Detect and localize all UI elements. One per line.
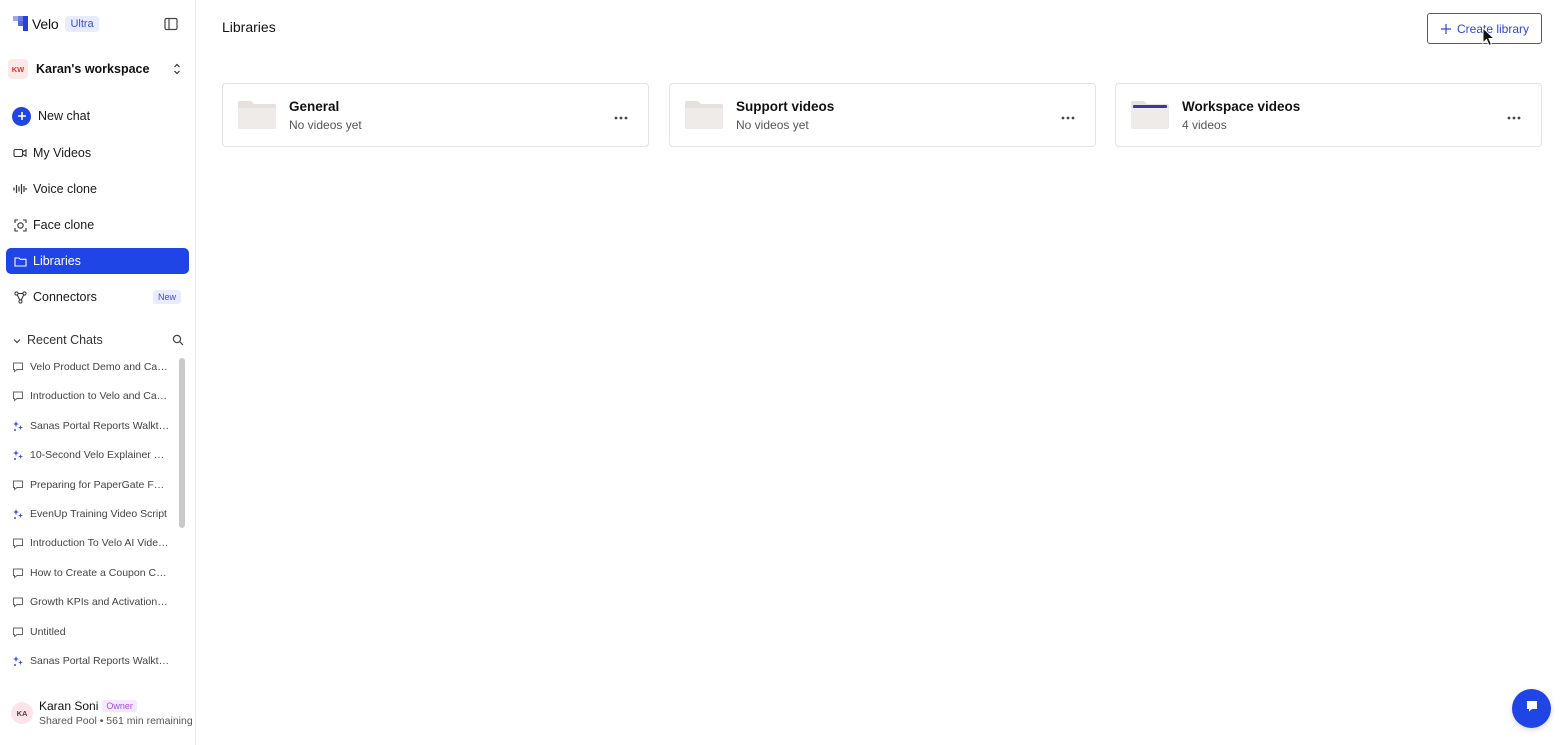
- recent-chat-item[interactable]: Growth KPIs and Activation F...: [12, 592, 170, 612]
- sidebar-item-label: Face clone: [33, 218, 95, 232]
- library-count: No videos yet: [289, 117, 362, 132]
- sidebar-item-libraries[interactable]: Libraries: [6, 248, 189, 274]
- recent-chat-item[interactable]: Preparing for PaperGate Full-...: [12, 475, 170, 495]
- recent-chat-label: Preparing for PaperGate Full-...: [30, 478, 170, 491]
- library-card[interactable]: Workspace videos 4 videos: [1115, 83, 1542, 147]
- sparkle-icon: [12, 449, 24, 461]
- recent-chat-label: Untitled: [30, 625, 66, 638]
- plus-circle-icon: [12, 106, 31, 126]
- plan-badge: Ultra: [65, 16, 99, 32]
- recent-chat-label: Introduction to Velo and Caps...: [30, 390, 170, 403]
- chevron-up-down-icon: [172, 62, 182, 76]
- sidebar-item-label: My Videos: [33, 146, 92, 160]
- recent-chat-item[interactable]: How to Create a Coupon Cod...: [12, 563, 170, 583]
- connectors-icon: [13, 290, 27, 304]
- more-options-icon[interactable]: [613, 110, 629, 120]
- recent-chat-label: Sanas Portal Reports Walkthr...: [30, 419, 170, 432]
- brand-name: Velo: [32, 16, 59, 32]
- recent-chats-header[interactable]: Recent Chats: [12, 331, 184, 349]
- sidebar-item-connectors[interactable]: Connectors New: [6, 284, 189, 310]
- recent-chat-item[interactable]: Introduction To Velo AI Video ...: [12, 533, 170, 553]
- recent-chat-item[interactable]: Velo Product Demo and Caps...: [12, 357, 170, 377]
- chat-bubble-icon: [12, 596, 24, 608]
- recent-chat-label: Introduction To Velo AI Video ...: [30, 537, 170, 550]
- chat-bubble-icon: [12, 626, 24, 638]
- user-name: Karan Soni: [39, 699, 99, 713]
- chat-bubble-icon: [12, 390, 24, 402]
- chat-bubble-icon: [12, 479, 24, 491]
- new-badge: New: [152, 290, 181, 304]
- recent-chat-item[interactable]: Sanas Portal Reports Walkthr...: [12, 651, 170, 671]
- mouse-pointer-icon: [1482, 26, 1496, 47]
- recent-chat-label: How to Create a Coupon Cod...: [30, 566, 170, 579]
- page-title: Libraries: [222, 19, 276, 35]
- folder-icon: [237, 100, 277, 130]
- recent-chat-item[interactable]: Sanas Portal Reports Walkthr...: [12, 416, 170, 436]
- support-chat-button[interactable]: [1512, 689, 1551, 728]
- sidebar-toggle-icon[interactable]: [164, 17, 178, 31]
- plus-icon: [1440, 23, 1452, 35]
- sidebar-item-label: Voice clone: [33, 182, 97, 196]
- recent-chat-item[interactable]: 10-Second Velo Explainer Vid...: [12, 445, 170, 465]
- more-options-icon[interactable]: [1060, 110, 1076, 120]
- sidebar-item-label: Libraries: [33, 254, 81, 268]
- sparkle-icon: [12, 508, 24, 520]
- library-card[interactable]: Support videos No videos yet: [669, 83, 1096, 147]
- velo-logo-icon: [13, 16, 29, 32]
- brand[interactable]: Velo Ultra: [13, 15, 99, 33]
- role-badge: Owner: [102, 700, 137, 712]
- usage-text: Shared Pool • 561 min remaining: [39, 715, 193, 727]
- sidebar-item-label: Connectors: [33, 290, 97, 304]
- sparkle-icon: [12, 420, 24, 432]
- chevron-down-icon[interactable]: [12, 335, 22, 345]
- sidebar-item-voice-clone[interactable]: Voice clone: [6, 176, 189, 202]
- sparkle-icon: [12, 655, 24, 667]
- new-chat-button[interactable]: New chat: [6, 103, 189, 129]
- recent-chat-item[interactable]: EvenUp Training Video Script: [12, 504, 170, 524]
- video-camera-icon: [13, 146, 27, 160]
- chat-bubble-icon: [12, 537, 24, 549]
- main-content: Libraries Create library General No vide…: [196, 0, 1568, 745]
- folder-icon: [1130, 100, 1170, 130]
- chat-bubble-icon: [1524, 698, 1540, 719]
- folder-icon: [684, 100, 724, 130]
- library-count: No videos yet: [736, 117, 809, 132]
- workspace-name: Karan's workspace: [36, 62, 150, 76]
- recent-chat-label: 10-Second Velo Explainer Vid...: [30, 449, 170, 462]
- library-card[interactable]: General No videos yet: [222, 83, 649, 147]
- workspace-avatar: KW: [8, 59, 28, 79]
- library-count: 4 videos: [1182, 117, 1227, 132]
- waveform-icon: [13, 182, 27, 196]
- chat-bubble-icon: [12, 361, 24, 373]
- recent-chat-label: EvenUp Training Video Script: [30, 508, 167, 520]
- recent-chat-label: Velo Product Demo and Caps...: [30, 361, 170, 373]
- workspace-switcher[interactable]: KW Karan's workspace: [8, 56, 188, 82]
- chat-bubble-icon: [12, 567, 24, 579]
- sidebar-item-face-clone[interactable]: Face clone: [6, 212, 189, 238]
- library-name: Workspace videos: [1182, 98, 1301, 114]
- sidebar-item-my-videos[interactable]: My Videos: [6, 140, 189, 166]
- avatar: KA: [11, 702, 33, 724]
- folder-icon: [13, 254, 27, 268]
- sidebar-scrollbar[interactable]: [179, 358, 185, 528]
- recent-chats-list: Velo Product Demo and Caps... Introductio…: [0, 353, 178, 683]
- recent-chats-title: Recent Chats: [27, 333, 103, 347]
- library-name: Support videos: [736, 98, 835, 114]
- sidebar: Velo Ultra KW Karan's workspace New chat…: [0, 0, 196, 745]
- face-scan-icon: [13, 218, 27, 232]
- more-options-icon[interactable]: [1506, 110, 1522, 120]
- search-icon[interactable]: [172, 334, 184, 346]
- recent-chat-label: Growth KPIs and Activation F...: [30, 596, 170, 609]
- library-name: General: [289, 98, 340, 114]
- new-chat-label: New chat: [38, 109, 91, 123]
- recent-chat-label: Sanas Portal Reports Walkthr...: [30, 655, 170, 667]
- user-info: Karan Soni Owner Shared Pool • 561 min r…: [39, 699, 193, 727]
- app-window: Velo Ultra KW Karan's workspace New chat…: [0, 0, 1568, 745]
- recent-chat-item[interactable]: Introduction to Velo and Caps...: [12, 386, 170, 406]
- recent-chat-item[interactable]: Untitled: [12, 622, 170, 642]
- user-profile[interactable]: KA Karan Soni Owner Shared Pool • 561 mi…: [11, 697, 193, 729]
